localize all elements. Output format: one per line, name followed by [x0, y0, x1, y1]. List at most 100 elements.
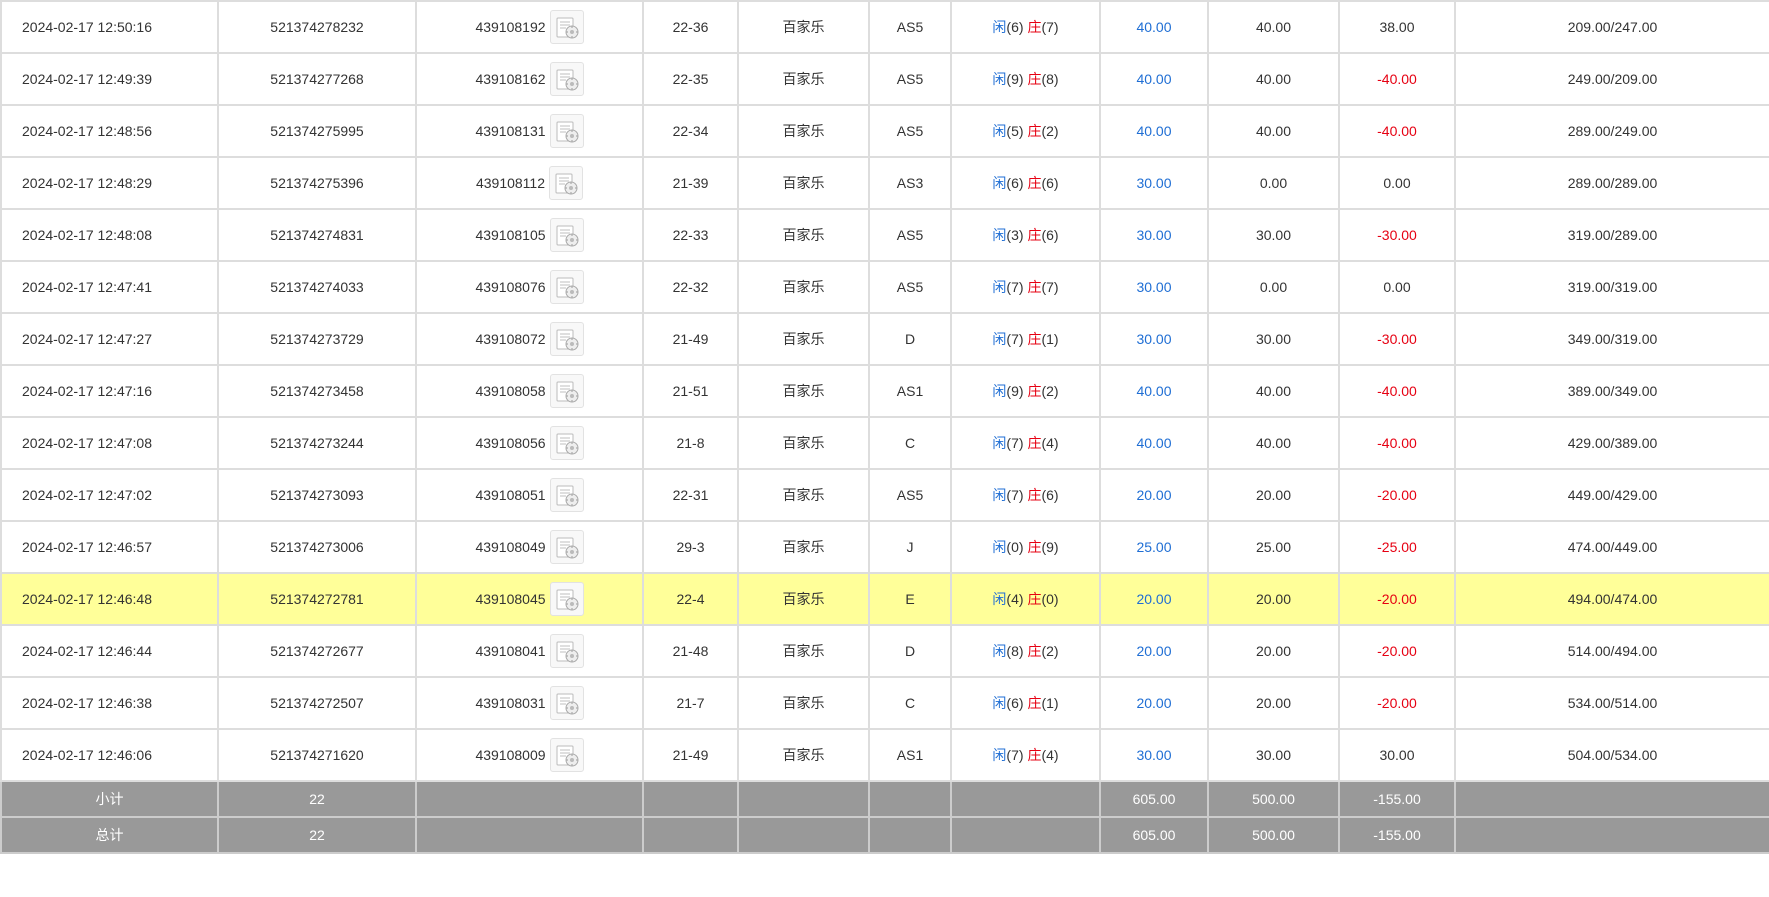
shoe-cell: 439108031 — [415, 676, 644, 730]
win-loss: 38.00 — [1338, 0, 1456, 54]
table-body: 2024-02-17 12:50:16 521374278232 439108192… — [0, 0, 1769, 782]
banker-points: (0) — [1041, 591, 1059, 607]
empty-cell — [950, 816, 1101, 854]
bet-time: 2024-02-17 12:46:57 — [0, 520, 219, 574]
shoe-cell: 439108131 — [415, 104, 644, 158]
bet-amount: 40.00 — [1099, 0, 1209, 54]
table-row[interactable]: 2024-02-17 12:47:41 521374274033 439108076… — [0, 260, 1769, 314]
game-name: 百家乐 — [737, 624, 870, 678]
balance: 514.00/494.00 — [1454, 624, 1769, 678]
table-row[interactable]: 2024-02-17 12:49:39 521374277268 439108162… — [0, 52, 1769, 106]
player-label: 闲 — [992, 71, 1007, 87]
bet-time: 2024-02-17 12:47:41 — [0, 260, 219, 314]
win-loss: -40.00 — [1338, 416, 1456, 470]
order-id: 521374272781 — [217, 572, 417, 626]
player-label: 闲 — [992, 539, 1007, 555]
table-id: 21-51 — [642, 364, 739, 418]
result-image-icon[interactable] — [549, 478, 584, 512]
seat: C — [868, 416, 952, 470]
bet-time: 2024-02-17 12:46:06 — [0, 728, 219, 782]
table-row[interactable]: 2024-02-17 12:48:29 521374275396 439108112… — [0, 156, 1769, 210]
table-row[interactable]: 2024-02-17 12:46:57 521374273006 439108049… — [0, 520, 1769, 574]
result-image-icon[interactable] — [549, 62, 584, 96]
result-image-icon[interactable] — [549, 530, 584, 564]
shoe-id: 439108131 — [475, 123, 546, 139]
table-row[interactable]: 2024-02-17 12:50:16 521374278232 439108192… — [0, 0, 1769, 54]
shoe-id: 439108058 — [475, 383, 546, 399]
table-row[interactable]: 2024-02-17 12:46:38 521374272507 439108031… — [0, 676, 1769, 730]
result-cell: 闲(6) 庄(6) — [950, 156, 1101, 210]
table-row[interactable]: 2024-02-17 12:48:08 521374274831 439108105… — [0, 208, 1769, 262]
banker-points: (1) — [1041, 331, 1059, 347]
player-points: (7) — [1006, 331, 1024, 347]
banker-label: 庄 — [1027, 747, 1042, 763]
shoe-id: 439108051 — [475, 487, 546, 503]
game-name: 百家乐 — [737, 156, 870, 210]
balance: 209.00/247.00 — [1454, 0, 1769, 54]
result-image-icon[interactable] — [549, 374, 584, 408]
result-image-icon[interactable] — [549, 10, 584, 44]
shoe-id: 439108056 — [475, 435, 546, 451]
result-cell: 闲(9) 庄(2) — [950, 364, 1101, 418]
table-row[interactable]: 2024-02-17 12:46:48 521374272781 439108045… — [0, 572, 1769, 626]
valid-bet: 20.00 — [1207, 572, 1340, 626]
banker-points: (9) — [1041, 539, 1059, 555]
player-label: 闲 — [992, 123, 1007, 139]
result-image-icon[interactable] — [549, 686, 584, 720]
result-image-icon[interactable] — [549, 634, 584, 668]
bet-time: 2024-02-17 12:50:16 — [0, 0, 219, 54]
result-image-icon[interactable] — [549, 738, 584, 772]
empty-cell — [868, 816, 952, 854]
table-row[interactable]: 2024-02-17 12:47:02 521374273093 439108051… — [0, 468, 1769, 522]
win-loss: -20.00 — [1338, 624, 1456, 678]
banker-label: 庄 — [1027, 123, 1042, 139]
shoe-cell: 439108072 — [415, 312, 644, 366]
banker-label: 庄 — [1027, 19, 1042, 35]
valid-bet: 30.00 — [1207, 728, 1340, 782]
result-image-icon[interactable] — [549, 322, 584, 356]
bet-time: 2024-02-17 12:46:44 — [0, 624, 219, 678]
table-row[interactable]: 2024-02-17 12:47:16 521374273458 439108058… — [0, 364, 1769, 418]
player-label: 闲 — [992, 591, 1007, 607]
result-cell: 闲(7) 庄(1) — [950, 312, 1101, 366]
valid-bet: 40.00 — [1207, 364, 1340, 418]
valid-bet: 20.00 — [1207, 676, 1340, 730]
balance: 289.00/249.00 — [1454, 104, 1769, 158]
result-image-icon[interactable] — [549, 114, 584, 148]
table-row[interactable]: 2024-02-17 12:47:08 521374273244 439108056… — [0, 416, 1769, 470]
win-loss: -30.00 — [1338, 208, 1456, 262]
valid-bet: 20.00 — [1207, 624, 1340, 678]
player-label: 闲 — [992, 383, 1007, 399]
result-cell: 闲(6) 庄(1) — [950, 676, 1101, 730]
empty-cell — [415, 780, 644, 818]
banker-points: (6) — [1041, 487, 1059, 503]
banker-points: (6) — [1041, 227, 1059, 243]
bet-time: 2024-02-17 12:48:29 — [0, 156, 219, 210]
table-id: 22-4 — [642, 572, 739, 626]
bet-amount: 20.00 — [1099, 572, 1209, 626]
banker-points: (4) — [1041, 747, 1059, 763]
table-row[interactable]: 2024-02-17 12:46:06 521374271620 439108009… — [0, 728, 1769, 782]
bet-amount: 30.00 — [1099, 260, 1209, 314]
result-image-icon[interactable] — [549, 582, 584, 616]
subtotal-label: 小计 — [0, 780, 219, 818]
bet-time: 2024-02-17 12:47:27 — [0, 312, 219, 366]
total-row: 总计 22 605.00 500.00 -155.00 — [0, 816, 1769, 854]
result-image-icon[interactable] — [549, 270, 584, 304]
result-image-icon[interactable] — [549, 426, 584, 460]
table-id: 21-49 — [642, 312, 739, 366]
shoe-id: 439108009 — [475, 747, 546, 763]
shoe-cell: 439108192 — [415, 0, 644, 54]
order-id: 521374274831 — [217, 208, 417, 262]
empty-cell — [1454, 816, 1769, 854]
player-points: (7) — [1006, 435, 1024, 451]
table-row[interactable]: 2024-02-17 12:47:27 521374273729 439108072… — [0, 312, 1769, 366]
seat: E — [868, 572, 952, 626]
table-row[interactable]: 2024-02-17 12:46:44 521374272677 439108041… — [0, 624, 1769, 678]
result-image-icon[interactable] — [549, 166, 584, 200]
shoe-id: 439108105 — [475, 227, 546, 243]
result-image-icon[interactable] — [549, 218, 584, 252]
bet-amount: 30.00 — [1099, 156, 1209, 210]
table-id: 21-8 — [642, 416, 739, 470]
table-row[interactable]: 2024-02-17 12:48:56 521374275995 439108131… — [0, 104, 1769, 158]
